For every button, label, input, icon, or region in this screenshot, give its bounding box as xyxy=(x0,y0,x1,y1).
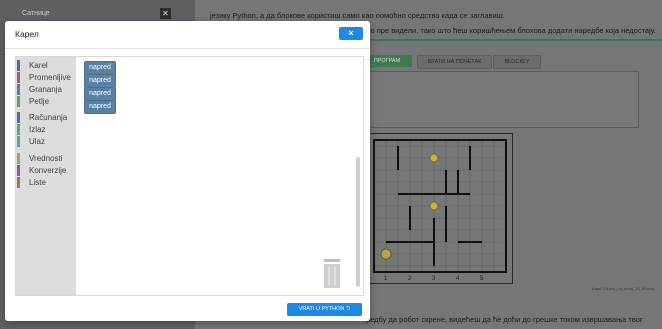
napred-block[interactable]: napred xyxy=(84,87,116,101)
background-paragraph-3: редбу да робот скрене, видећеш да ће доћ… xyxy=(366,315,643,324)
category-label: Petlje xyxy=(29,97,50,106)
background-nav-item: Сатнице xyxy=(22,10,50,17)
background-code-editor xyxy=(362,71,639,128)
category-label: Vrednosti xyxy=(29,154,63,163)
category-color-bar xyxy=(17,72,20,83)
ball-icon xyxy=(429,201,439,211)
background-paragraph-1: језику Python, а да блокове користиш сам… xyxy=(210,11,505,20)
category-color-bar xyxy=(17,136,20,147)
karel-board: 1 2 3 4 5 xyxy=(367,133,513,284)
background-paragraph-2: ло пре видели, тако што ћеш коришћењем б… xyxy=(366,26,656,35)
category-color-bar xyxy=(17,124,20,135)
board-axis-label: 1 xyxy=(384,276,388,282)
background-blockly-button: BLOCKLY xyxy=(493,55,541,69)
category-color-bar xyxy=(17,112,20,123)
modal-title: Карел xyxy=(15,29,39,39)
blockly-workspace[interactable]: Karel Promenljive Grananja Petlje Računa… xyxy=(15,56,364,296)
modal-footer: VRATI U PYTHON ⮌ xyxy=(5,295,370,321)
category-label: Konverzije xyxy=(29,166,67,175)
category-label: Grananja xyxy=(29,85,62,94)
background-close-icon: ✕ xyxy=(160,8,171,19)
back-to-python-button[interactable]: VRATI U PYTHON ⮌ xyxy=(287,303,362,316)
workspace-scrollbar[interactable] xyxy=(356,157,360,287)
category-label: Izlaz xyxy=(29,125,46,134)
background-reset-button: ВРАТИ НА ПОЧЕТАК xyxy=(417,55,492,69)
napred-block[interactable]: napred xyxy=(84,61,116,75)
napred-block[interactable]: napred xyxy=(84,74,116,88)
board-axis-label: 2 xyxy=(408,276,412,282)
ball-icon xyxy=(429,153,439,163)
karel-modal: Карел × Karel Promenljive Grananja Petlj… xyxy=(5,21,370,321)
board-caption: Karel 3 Karel_na_trima_10_Blockly xyxy=(592,286,655,291)
board-axis-label: 3 xyxy=(432,276,436,282)
karel-grid: 1 2 3 4 5 xyxy=(373,139,507,282)
category-color-bar xyxy=(17,165,20,176)
category-color-bar xyxy=(17,96,20,107)
blockly-toolbox: Karel Promenljive Grananja Petlje Računa… xyxy=(16,57,76,295)
category-label: Ulaz xyxy=(29,137,46,146)
category-label: Liste xyxy=(29,178,46,187)
category-color-bar xyxy=(17,60,20,71)
close-button[interactable]: × xyxy=(339,27,363,40)
board-axis-label: 4 xyxy=(456,276,460,282)
category-label: Računanja xyxy=(29,113,68,122)
category-color-bar xyxy=(17,177,20,188)
trash-icon[interactable] xyxy=(321,257,343,294)
board-axis-label: 5 xyxy=(480,276,484,282)
modal-header: Карел × xyxy=(5,21,370,49)
category-label: Karel xyxy=(29,61,48,70)
karel-robot-icon xyxy=(380,248,392,260)
category-label: Promenljive xyxy=(29,73,71,82)
category-color-bar xyxy=(17,153,20,164)
napred-block[interactable]: napred xyxy=(84,100,116,114)
category-color-bar xyxy=(17,84,20,95)
